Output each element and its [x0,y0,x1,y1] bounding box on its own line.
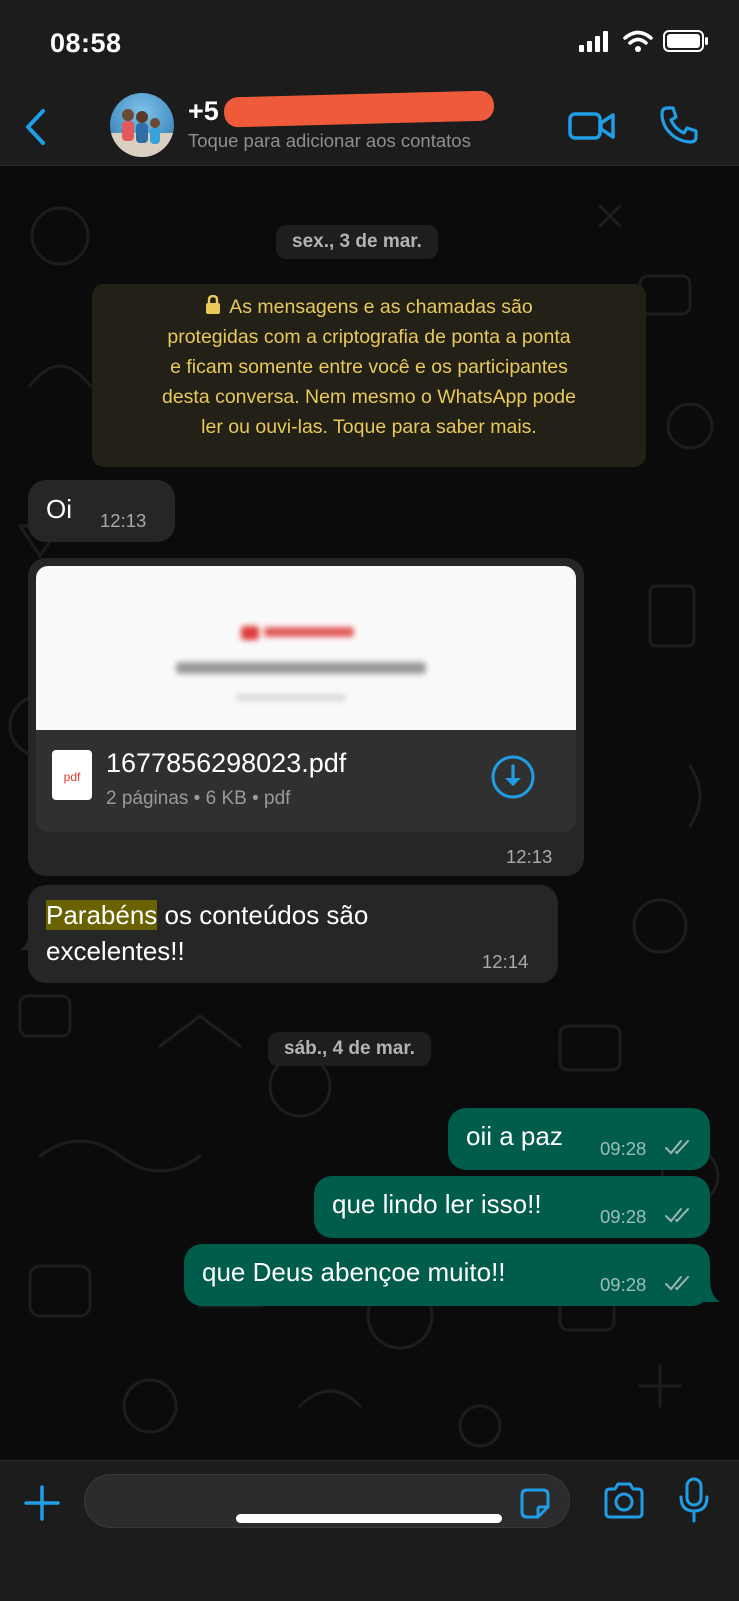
message-time: 12:13 [100,510,147,531]
message-text: oii a paz [466,1121,563,1151]
back-button[interactable] [18,104,52,150]
incoming-document-message[interactable]: pdf 1677856298023.pdf 2 páginas • 6 KB •… [28,558,584,876]
message-time: 09:28 [600,1206,647,1227]
encryption-line: ler ou ouvi-las. Toque para saber mais. [201,416,537,438]
status-bar: 08:58 [0,0,739,90]
camera-icon [604,1482,644,1519]
date-separator: sex., 3 de mar. [276,225,438,259]
attach-button[interactable] [20,1481,64,1525]
date-separator: sáb., 4 de mar. [268,1032,431,1066]
wifi-icon [623,30,653,52]
signal-icon [579,31,608,52]
chat-header: +5 Toque para adicionar aos contatos [0,90,739,166]
outgoing-message[interactable]: que Deus abençoe muito!! 09:28 [184,1244,710,1306]
contact-avatar[interactable] [110,93,174,157]
download-button[interactable] [490,754,536,800]
contact-name[interactable]: +5 [188,96,219,127]
document-preview-image [176,626,426,701]
chat-area[interactable]: sex., 3 de mar. As mensagens e as chamad… [0,166,739,1460]
incoming-message[interactable]: Parabéns os conteúdos são excelentes!! 1… [28,885,558,983]
status-time: 08:58 [50,28,122,58]
encryption-line: As mensagens e as chamadas são [92,292,646,322]
video-call-button[interactable] [568,106,616,146]
contact-subtitle[interactable]: Toque para adicionar aos contatos [188,130,471,152]
microphone-button[interactable] [678,1477,710,1525]
composer-bar [0,1460,739,1601]
microphone-icon [679,1477,709,1523]
read-ticks-icon [665,1208,689,1223]
sticker-button[interactable] [518,1487,552,1521]
redaction-mark [223,90,495,128]
download-icon [491,755,535,799]
incoming-message[interactable]: Oi 12:13 [28,480,175,542]
battery-icon [663,30,708,52]
outgoing-message[interactable]: oii a paz 09:28 [448,1108,710,1170]
plus-icon [24,1485,60,1521]
encryption-line: desta conversa. Nem mesmo o WhatsApp pod… [161,386,577,408]
voice-call-button[interactable] [658,104,700,146]
lock-icon [206,295,221,314]
outgoing-message[interactable]: que lindo ler isso!! 09:28 [314,1176,710,1238]
pdf-file-icon: pdf [52,750,92,800]
sticker-icon [520,1488,550,1519]
message-text: que Deus abençoe muito!! [202,1257,506,1287]
video-camera-icon [568,112,615,140]
document-info[interactable]: pdf 1677856298023.pdf 2 páginas • 6 KB •… [36,730,576,832]
message-text: Oi [46,494,72,524]
message-time: 09:28 [600,1274,647,1295]
message-time: 12:14 [482,951,529,972]
read-ticks-icon [665,1276,689,1291]
status-icons [579,30,709,52]
chevron-left-icon [26,109,45,145]
message-time: 12:13 [506,846,553,867]
message-text: Parabéns os conteúdos são excelentes!! [46,900,369,966]
message-text: que lindo ler isso!! [332,1189,542,1219]
message-time: 09:28 [600,1138,647,1159]
encryption-line: e ficam somente entre você e os particip… [170,356,568,378]
encryption-notice[interactable]: As mensagens e as chamadas são protegida… [92,284,646,467]
avatar-photo [110,109,174,157]
document-file-name: 1677856298023.pdf [106,748,347,778]
read-ticks-icon [665,1140,689,1155]
camera-button[interactable] [602,1481,646,1521]
encryption-line: protegidas com a criptografia de ponta a… [167,326,571,348]
phone-icon [660,106,698,144]
document-meta: 2 páginas • 6 KB • pdf [106,788,291,809]
document-preview[interactable] [36,566,576,730]
highlighted-word: Parabéns [46,900,158,930]
home-indicator[interactable] [236,1514,502,1523]
